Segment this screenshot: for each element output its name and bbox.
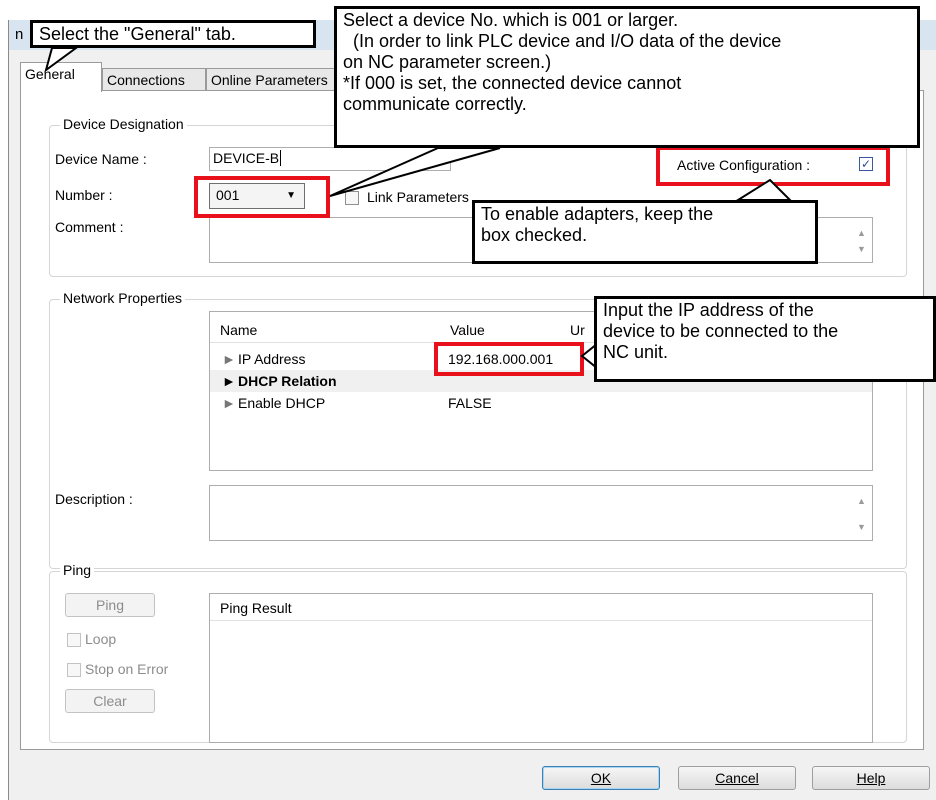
tab-online-parameters-label: Online Parameters bbox=[211, 72, 328, 88]
callout-ip-address-line1: Input the IP address of the bbox=[603, 300, 814, 320]
callout-general-tab: Select the "General" tab. bbox=[30, 20, 316, 48]
callout-device-number-line1: Select a device No. which is 001 or larg… bbox=[343, 10, 679, 30]
cancel-button-label: Cancel bbox=[715, 770, 759, 786]
ping-result-header: Ping Result bbox=[210, 594, 872, 621]
clear-button[interactable]: Clear bbox=[65, 689, 155, 713]
tab-connections-label: Connections bbox=[107, 72, 185, 88]
loop-checkbox[interactable] bbox=[67, 633, 81, 647]
ping-result-list[interactable]: Ping Result bbox=[209, 593, 873, 743]
expand-arrow-icon: ► bbox=[222, 351, 236, 367]
description-input[interactable]: ▲ ▼ bbox=[209, 485, 873, 541]
callout-ip-address: Input the IP address of the device to be… bbox=[594, 296, 936, 382]
link-parameters-checkbox[interactable] bbox=[345, 191, 359, 205]
comment-label: Comment : bbox=[55, 219, 124, 235]
highlight-active-configuration bbox=[656, 146, 890, 186]
highlight-number-dropdown bbox=[194, 176, 330, 218]
callout-device-number-line2: (In order to link PLC device and I/O dat… bbox=[353, 31, 782, 51]
row-value[interactable]: FALSE bbox=[448, 395, 492, 411]
callout-active-config: To enable adapters, keep the box checked… bbox=[472, 200, 818, 264]
expand-arrow-icon: ► bbox=[222, 373, 236, 389]
callout-device-number-line3: on NC parameter screen.) bbox=[343, 52, 552, 72]
description-label: Description : bbox=[55, 491, 133, 507]
tab-online-parameters[interactable]: Online Parameters bbox=[206, 68, 346, 90]
ping-legend: Ping bbox=[60, 562, 95, 578]
callout-device-number-line4: *If 000 is set, the connected device can… bbox=[343, 73, 682, 93]
description-scroll-arrows[interactable]: ▲ ▼ bbox=[856, 488, 868, 538]
callout-active-config-line2: box checked. bbox=[481, 225, 588, 245]
tab-connections[interactable]: Connections bbox=[102, 68, 206, 90]
callout-ip-address-line2: device to be connected to the bbox=[603, 321, 839, 341]
tab-general-label: General bbox=[25, 66, 75, 82]
device-name-value: DEVICE-B bbox=[213, 150, 280, 166]
callout-general-tab-text: Select the "General" tab. bbox=[39, 24, 236, 44]
device-name-input[interactable]: DEVICE-B bbox=[209, 147, 451, 171]
network-properties-legend: Network Properties bbox=[60, 290, 186, 306]
device-name-label: Device Name : bbox=[55, 151, 147, 167]
scroll-down-icon[interactable]: ▼ bbox=[857, 244, 866, 254]
ping-result-header-label: Ping Result bbox=[220, 600, 292, 616]
tab-general[interactable]: General bbox=[20, 62, 102, 92]
stop-on-error-checkbox[interactable] bbox=[67, 663, 81, 677]
callout-device-number-line5: communicate correctly. bbox=[343, 94, 527, 114]
expand-arrow-icon: ► bbox=[222, 395, 236, 411]
loop-label[interactable]: Loop bbox=[85, 631, 116, 647]
row-name: Enable DHCP bbox=[238, 395, 326, 411]
comment-scroll-arrows[interactable]: ▲ ▼ bbox=[856, 220, 868, 260]
callout-active-config-line1: To enable adapters, keep the bbox=[481, 204, 714, 224]
help-button[interactable]: Help bbox=[812, 766, 930, 790]
stop-on-error-label[interactable]: Stop on Error bbox=[85, 661, 168, 677]
ok-button[interactable]: OK bbox=[542, 766, 660, 790]
callout-ip-address-line3: NC unit. bbox=[603, 342, 669, 362]
table-row-enable-dhcp[interactable]: ► Enable DHCP FALSE bbox=[210, 392, 872, 414]
row-name: IP Address bbox=[238, 351, 306, 367]
scroll-up-icon[interactable]: ▲ bbox=[857, 496, 866, 506]
callout-device-number: Select a device No. which is 001 or larg… bbox=[334, 6, 920, 148]
column-header-name: Name bbox=[220, 322, 258, 338]
cancel-button[interactable]: Cancel bbox=[678, 766, 796, 790]
link-parameters-label[interactable]: Link Parameters bbox=[367, 189, 469, 205]
help-button-label: Help bbox=[856, 770, 886, 786]
ping-button[interactable]: Ping bbox=[65, 593, 155, 617]
scroll-up-icon[interactable]: ▲ bbox=[857, 228, 866, 238]
column-header-unit: Ur bbox=[570, 322, 585, 338]
device-designation-legend: Device Designation bbox=[60, 116, 187, 132]
column-header-value: Value bbox=[450, 322, 485, 338]
number-label: Number : bbox=[55, 187, 113, 203]
highlight-ip-address bbox=[434, 342, 584, 376]
ok-button-label: OK bbox=[590, 770, 612, 786]
window-title: n bbox=[15, 26, 24, 43]
scroll-down-icon[interactable]: ▼ bbox=[857, 522, 866, 532]
general-tab-page: Device Designation Device Name : DEVICE-… bbox=[20, 90, 924, 750]
row-name: DHCP Relation bbox=[238, 373, 337, 389]
